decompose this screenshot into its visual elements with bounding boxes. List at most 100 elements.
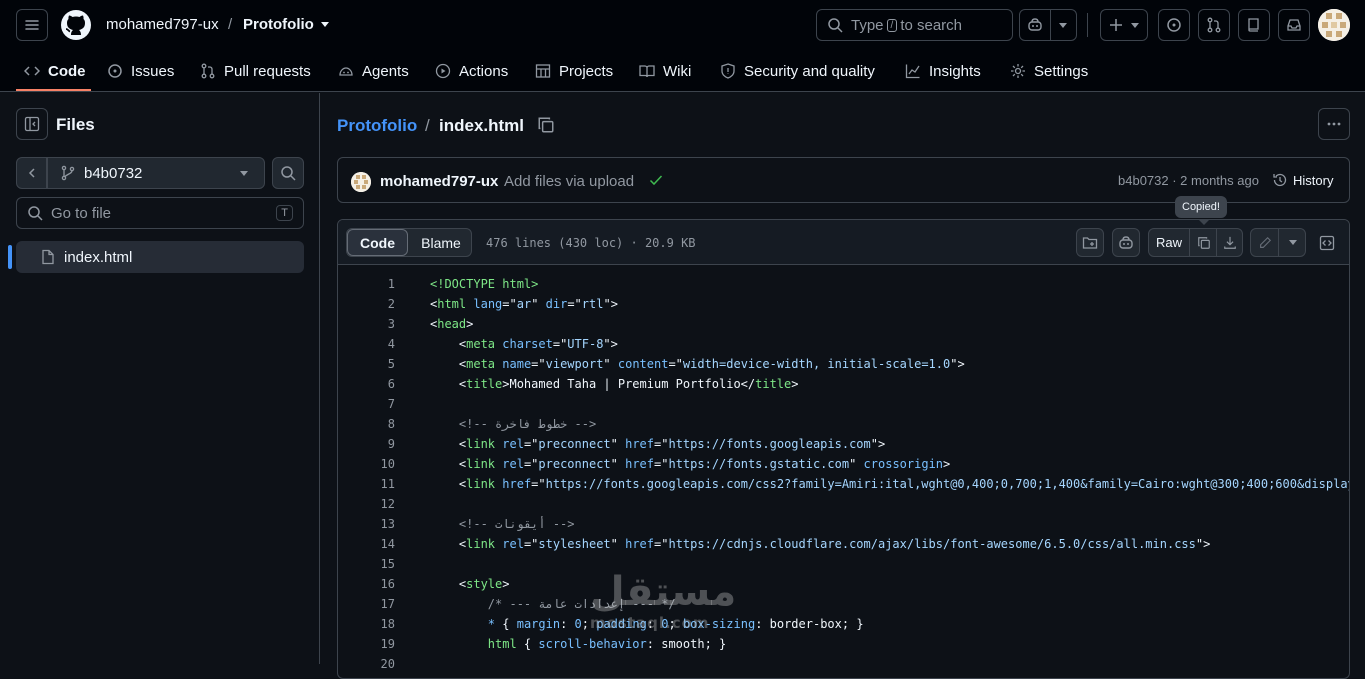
line-number[interactable]: 15 [338,554,395,574]
tab-agents[interactable]: Agents [338,50,409,92]
code-token: "> [603,297,618,311]
code-token: > [466,317,474,331]
line-number[interactable]: 13 [338,514,395,534]
play-icon [435,63,451,79]
issues-shortcut-button[interactable] [1158,9,1190,41]
tab-wiki[interactable]: Wiki [639,50,691,92]
tab-actions[interactable]: Actions [435,50,508,92]
line-number[interactable]: 11 [338,474,395,494]
collapse-sidebar-button[interactable] [16,108,48,140]
code-token: >Mohamed Taha | Premium Portfolio</ [502,377,756,391]
code-token: scroll-behavior [538,637,647,651]
back-button[interactable] [16,157,47,189]
tab-insights[interactable]: Insights [905,50,981,92]
chevron-down-icon[interactable] [321,22,329,27]
code-token: > [791,377,799,391]
code-line: 14 <link rel="stylesheet" href="https://… [338,534,1349,554]
hamburger-menu-button[interactable] [16,9,48,41]
edit-options-button[interactable] [1278,229,1306,256]
code-token: > [943,457,951,471]
line-number[interactable]: 8 [338,414,395,434]
file-tree-item[interactable]: index.html [8,241,304,273]
line-content: <link rel="stylesheet" href="https://cdn… [430,534,1210,554]
line-number[interactable]: 4 [338,334,395,354]
line-number[interactable]: 10 [338,454,395,474]
check-icon[interactable] [648,172,664,191]
edit-button[interactable] [1251,229,1278,256]
code-token: =" [523,457,539,471]
code-token: =" [654,537,669,551]
inbox-button[interactable] [1278,9,1310,41]
blame-view-button[interactable]: Blame [409,229,473,256]
code-view-button[interactable]: Code [347,229,408,256]
github-logo-icon[interactable] [60,9,92,41]
line-content: <meta name="viewport" content="width=dev… [430,354,965,374]
line-number[interactable]: 2 [338,294,395,314]
code-view[interactable]: 1 <!DOCTYPE html> 2 <html lang="ar" dir="rt… [338,266,1349,678]
line-number[interactable]: 9 [338,434,395,454]
tab-pull-requests[interactable]: Pull requests [200,50,311,92]
edit-button-group [1250,228,1306,257]
breadcrumb-repo-link[interactable]: Protofolio [337,116,417,136]
code-token: " [610,537,626,551]
search-files-button[interactable] [272,157,304,189]
code-token: <!-- خطوط فاخرة --> [430,417,597,431]
line-number[interactable]: 1 [338,274,395,294]
add-to-folder-button[interactable] [1076,228,1104,257]
code-token: href [625,537,655,551]
tab-settings[interactable]: Settings [1010,50,1088,92]
branch-selector[interactable]: b4b0732 [47,157,265,189]
code-token: =" [531,357,546,371]
code-token: * [430,617,496,631]
commit-author[interactable]: mohamed797-ux [380,173,498,190]
line-number[interactable]: 19 [338,634,395,654]
tab-projects[interactable]: Projects [535,50,613,92]
go-to-file-input[interactable]: Go to file T [16,197,304,229]
global-search-input[interactable]: Type / to search [816,9,1013,41]
copy-icon [1197,236,1210,249]
user-avatar[interactable] [1318,9,1350,41]
commit-message[interactable]: Add files via upload [504,173,634,190]
copy-path-icon[interactable] [537,116,555,137]
line-number[interactable]: 17 [338,594,395,614]
search-prefix-text: Type [851,16,884,34]
agent-icon [339,67,353,76]
repo-owner-link[interactable]: mohamed797-ux [106,16,219,33]
line-number[interactable]: 18 [338,614,395,634]
repo-name-link[interactable]: Protofolio [243,16,314,33]
copilot-icon[interactable] [1027,17,1043,33]
code-token: < [430,457,467,471]
line-number[interactable]: 16 [338,574,395,594]
line-number[interactable]: 20 [338,654,395,674]
copy-raw-button[interactable] [1189,229,1217,256]
tab-security-and-quality[interactable]: Security and quality [720,50,875,92]
line-number[interactable]: 3 [338,314,395,334]
pull-requests-shortcut-button[interactable] [1198,9,1230,41]
repositories-button[interactable] [1238,9,1270,41]
code-token: =" [523,437,539,451]
commit-author-avatar[interactable] [351,172,371,192]
line-number[interactable]: 5 [338,354,395,374]
commit-meta[interactable]: b4b0732 · 2 months ago [1118,173,1259,188]
tab-issues[interactable]: Issues [107,50,174,92]
symbols-panel-button[interactable] [1313,228,1341,257]
code-line: 17 /* --- إعدادات عامة --- */ [338,594,1349,614]
code-token: rtl [581,297,604,311]
create-new-button[interactable] [1100,9,1148,41]
line-number[interactable]: 6 [338,374,395,394]
chevron-down-icon[interactable] [1059,23,1067,28]
code-token: " [849,457,864,471]
raw-button[interactable]: Raw [1149,229,1189,256]
watermark-latin: mostaql.com [590,614,710,632]
line-number[interactable]: 12 [338,494,395,514]
code-token: { [516,637,539,651]
history-button[interactable]: History [1272,172,1333,188]
tab-label: Actions [459,62,509,80]
repo-icon [1248,18,1259,32]
tab-code[interactable]: Code [24,50,86,92]
line-number[interactable]: 7 [338,394,395,414]
copilot-ask-button[interactable] [1112,228,1140,257]
download-button[interactable] [1216,229,1243,256]
line-number[interactable]: 14 [338,534,395,554]
more-options-button[interactable] [1318,108,1350,140]
